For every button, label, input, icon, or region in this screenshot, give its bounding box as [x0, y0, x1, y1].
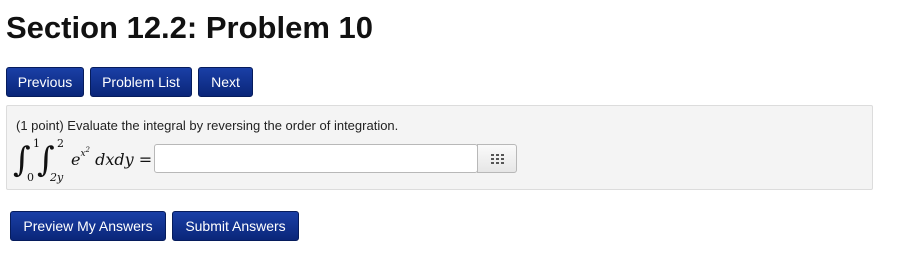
submit-answers-button[interactable]: Submit Answers — [172, 211, 299, 241]
inner-upper-limit: 2 — [57, 137, 64, 150]
inner-lower-limit: 2y — [50, 171, 64, 184]
integral-expression: ∫ 1 0 ∫ 2 2y ex2 dxdy = — [13, 136, 155, 184]
preview-answers-button[interactable]: Preview My Answers — [10, 211, 166, 241]
page-title: Section 12.2: Problem 10 — [6, 10, 373, 45]
equals-sign: = — [138, 150, 153, 169]
math-keypad-button[interactable] — [477, 144, 517, 173]
outer-lower-limit: 0 — [27, 171, 34, 184]
integrand-exponent: x2 — [80, 147, 90, 159]
integrand: ex2 dxdy = — [71, 147, 153, 170]
previous-button[interactable]: Previous — [6, 67, 84, 97]
problem-list-button[interactable]: Problem List — [90, 67, 192, 97]
problem-statement: (1 point) Evaluate the integral by rever… — [16, 118, 399, 133]
grid-icon — [491, 154, 504, 164]
next-button[interactable]: Next — [198, 67, 253, 97]
answer-input[interactable] — [154, 144, 478, 173]
differentials: dxdy — [90, 150, 139, 169]
problem-panel: (1 point) Evaluate the integral by rever… — [6, 105, 873, 190]
